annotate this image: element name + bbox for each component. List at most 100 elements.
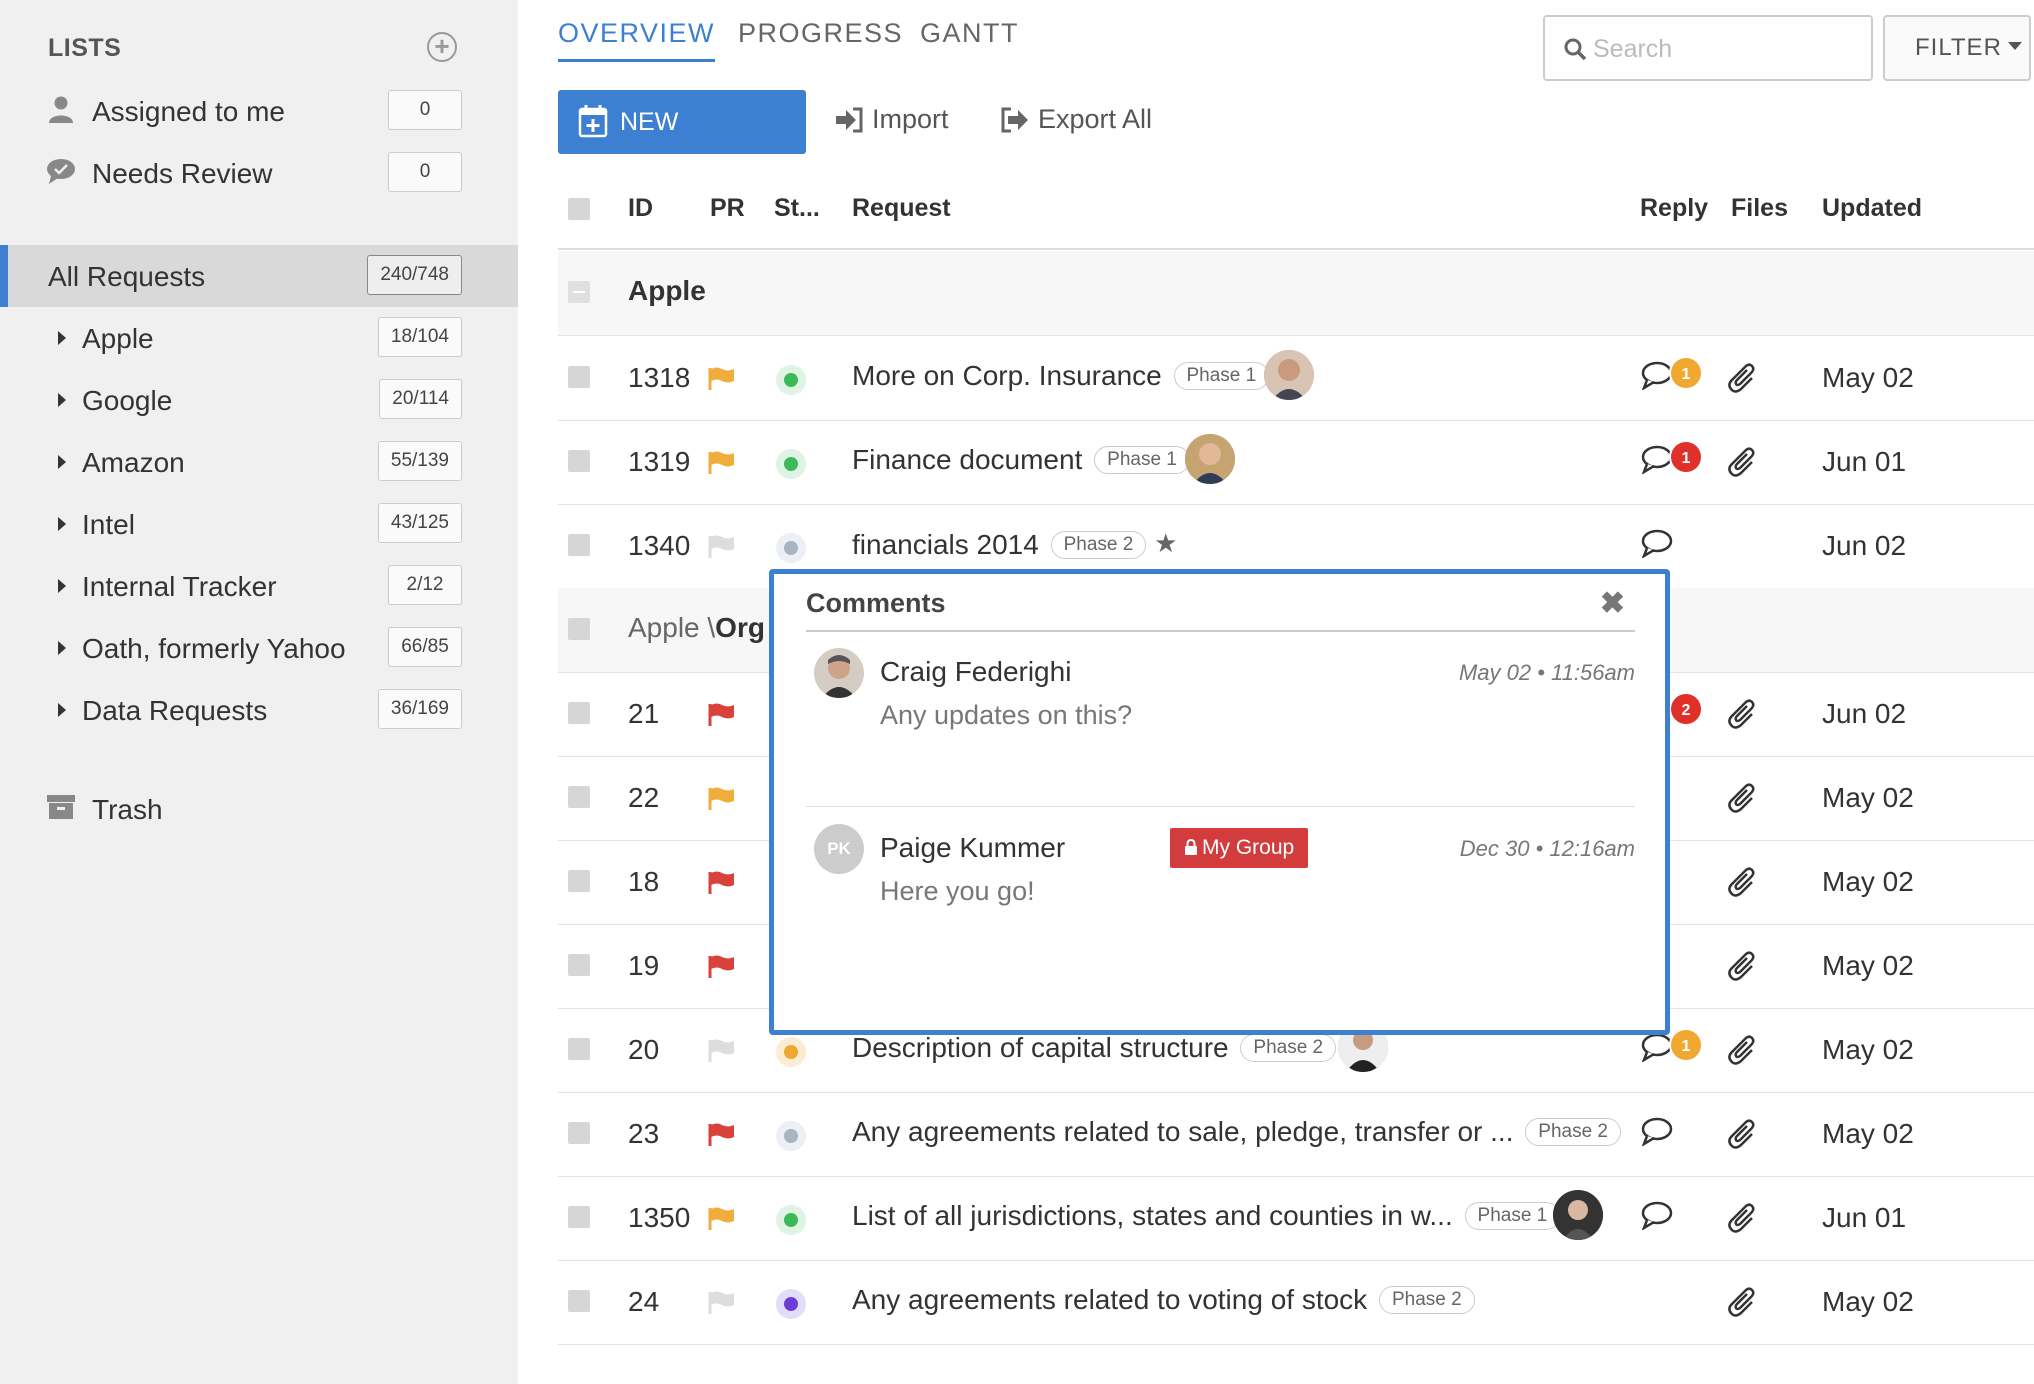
paperclip-icon[interactable] [1728,446,1758,478]
request-title[interactable]: List of all jurisdictions, states and co… [852,1200,1561,1232]
select-all-checkbox[interactable] [568,198,590,220]
paperclip-icon[interactable] [1728,866,1758,898]
flag-icon[interactable] [708,366,736,390]
sidebar-item-google[interactable]: Google 20/114 [0,369,518,431]
request-title[interactable]: Any agreements related to voting of stoc… [852,1284,1475,1316]
row-checkbox[interactable] [568,954,590,976]
status-dot[interactable] [776,1289,806,1319]
paperclip-icon[interactable] [1728,950,1758,982]
col-reply[interactable]: Reply [1640,194,1708,223]
row-checkbox[interactable] [568,870,590,892]
row-checkbox[interactable] [568,366,590,388]
sidebar-item-trash[interactable]: Trash [0,778,518,840]
paperclip-icon[interactable] [1728,1202,1758,1234]
table-row[interactable]: 1318 More on Corp. Insurance Phase 1 1 M… [558,336,2034,421]
comment-icon[interactable] [1641,528,1675,558]
tab-gantt[interactable]: GANTT [920,18,1019,59]
count-badge: 66/85 [388,627,462,667]
col-updated[interactable]: Updated [1822,194,1922,223]
tab-progress[interactable]: PROGRESS [738,18,903,59]
table-row[interactable]: 1319 Finance document Phase 1 1 Jun 01 [558,420,2034,505]
flag-icon[interactable] [708,786,736,810]
star-icon[interactable]: ★ [1154,528,1177,558]
table-row[interactable]: 24 Any agreements related to voting of s… [558,1260,2034,1345]
flag-icon[interactable] [708,534,736,558]
comment-icon[interactable] [1641,1116,1675,1146]
sidebar-item-label: Assigned to me [92,96,285,127]
request-title[interactable]: Any agreements related to sale, pledge, … [852,1116,1621,1148]
export-all-button[interactable]: Export All [1000,104,1170,138]
col-files[interactable]: Files [1731,194,1788,223]
table-row[interactable]: 1350 List of all jurisdictions, states a… [558,1176,2034,1261]
sidebar-item-oath[interactable]: Oath, formerly Yahoo 66/85 [0,617,518,679]
sidebar-item-intel[interactable]: Intel 43/125 [0,493,518,555]
group-checkbox[interactable] [568,618,590,640]
flag-icon[interactable] [708,870,736,894]
group-checkbox[interactable] [568,281,590,303]
flag-icon[interactable] [708,1290,736,1314]
status-dot[interactable] [776,1037,806,1067]
caret-right-icon[interactable] [58,703,66,717]
caret-right-icon[interactable] [58,641,66,655]
paperclip-icon[interactable] [1728,1118,1758,1150]
sidebar-item-needs-review[interactable]: Needs Review 0 [0,142,518,204]
sidebar-item-internal-tracker[interactable]: Internal Tracker 2/12 [0,555,518,617]
tab-overview[interactable]: OVERVIEW [558,18,716,62]
table-row[interactable]: 23 Any agreements related to sale, pledg… [558,1092,2034,1177]
status-dot[interactable] [776,449,806,479]
search-input[interactable] [1593,29,1863,69]
sidebar-item-data-requests[interactable]: Data Requests 36/169 [0,679,518,741]
request-title[interactable]: Description of capital structure Phase 2 [852,1032,1337,1064]
flag-icon[interactable] [708,450,736,474]
flag-icon[interactable] [708,702,736,726]
filter-button[interactable]: FILTER [1883,15,2031,81]
flag-icon[interactable] [708,1206,736,1230]
row-checkbox[interactable] [568,786,590,808]
paperclip-icon[interactable] [1728,1034,1758,1066]
row-checkbox[interactable] [568,450,590,472]
paperclip-icon[interactable] [1728,782,1758,814]
caret-right-icon[interactable] [58,517,66,531]
caret-right-icon[interactable] [58,331,66,345]
group-row[interactable]: Apple [558,251,2034,336]
import-button[interactable]: Import [834,104,964,138]
sidebar-item-assigned-to-me[interactable]: Assigned to me 0 [0,80,518,142]
caret-right-icon[interactable] [58,579,66,593]
row-checkbox[interactable] [568,1290,590,1312]
count-badge: 0 [388,90,462,130]
caret-right-icon[interactable] [58,393,66,407]
row-checkbox[interactable] [568,534,590,556]
paperclip-icon[interactable] [1728,698,1758,730]
export-icon [1001,107,1028,133]
paperclip-icon[interactable] [1728,362,1758,394]
commenter-name[interactable]: Paige Kummer My Group [880,828,1309,868]
flag-icon[interactable] [708,1122,736,1146]
sidebar-item-apple[interactable]: Apple 18/104 [0,307,518,369]
flag-icon[interactable] [708,954,736,978]
col-request[interactable]: Request [852,194,951,223]
close-icon[interactable]: ✖ [1600,586,1625,621]
request-title[interactable]: Finance document Phase 1 [852,444,1190,476]
sidebar-item-amazon[interactable]: Amazon 55/139 [0,431,518,493]
sidebar-item-all-requests[interactable]: All Requests 240/748 [0,245,518,307]
status-dot[interactable] [776,1205,806,1235]
row-checkbox[interactable] [568,1206,590,1228]
comment-icon[interactable] [1641,1200,1675,1230]
row-checkbox[interactable] [568,1038,590,1060]
col-pr[interactable]: PR [710,194,745,223]
row-checkbox[interactable] [568,702,590,724]
commenter-name[interactable]: Craig Federighi [880,656,1071,688]
add-list-icon[interactable]: + [427,32,457,62]
paperclip-icon[interactable] [1728,1286,1758,1318]
col-status[interactable]: St... [774,194,820,223]
request-title[interactable]: financials 2014 Phase 2 ★ [852,528,1177,561]
row-checkbox[interactable] [568,1122,590,1144]
status-dot[interactable] [776,365,806,395]
status-dot[interactable] [776,1121,806,1151]
flag-icon[interactable] [708,1038,736,1062]
status-dot[interactable] [776,533,806,563]
request-title[interactable]: More on Corp. Insurance Phase 1 [852,360,1270,392]
col-id[interactable]: ID [628,194,653,223]
caret-right-icon[interactable] [58,455,66,469]
new-request-button[interactable]: NEW REQUEST [558,90,806,200]
